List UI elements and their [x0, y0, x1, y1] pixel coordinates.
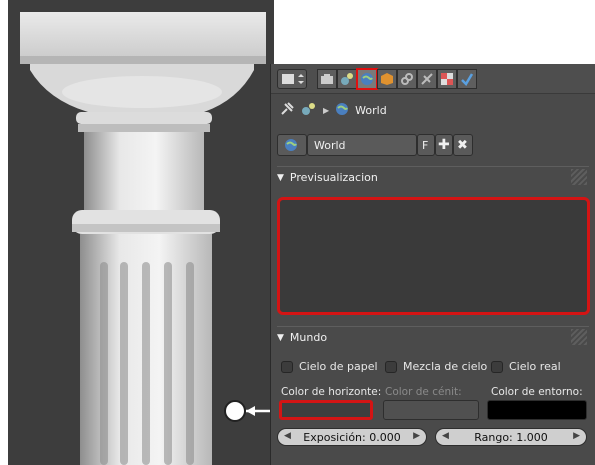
increment-arrow-icon[interactable]: ▶ — [413, 431, 420, 441]
properties-editor: ▶ World World F ✚ ✖ ▼ Previsualizacion ▼… — [270, 64, 595, 465]
world-datablock: World F ✚ ✖ — [271, 134, 595, 156]
range-value: Rango: 1.000 — [474, 430, 548, 444]
pin-icon[interactable] — [279, 101, 295, 120]
preview-panel-title: Previsualizacion — [289, 171, 378, 184]
add-icon: ✚ — [438, 137, 450, 153]
real-sky-checkbox[interactable]: Cielo real — [491, 360, 561, 373]
close-icon: ✖ — [457, 137, 468, 153]
editor-type-selector[interactable] — [277, 69, 307, 89]
modifiers-icon[interactable] — [417, 69, 437, 89]
texture-icon[interactable] — [437, 69, 457, 89]
paper-sky-checkbox[interactable]: Cielo de papel — [281, 360, 378, 373]
checkbox-box[interactable] — [281, 360, 293, 373]
world-panel-header[interactable]: ▼ Mundo — [277, 326, 589, 348]
world-preview — [277, 197, 590, 315]
blend-sky-label: Mezcla de cielo — [403, 360, 488, 373]
render-icon[interactable] — [317, 69, 337, 89]
paper-sky-label: Cielo de papel — [299, 360, 378, 373]
scene-icon[interactable] — [337, 69, 357, 89]
decrement-arrow-icon[interactable]: ◀ — [284, 431, 291, 441]
scene-data-icon — [301, 101, 317, 120]
breadcrumb-separator-icon: ▶ — [323, 105, 330, 115]
breadcrumb-world-icon — [335, 102, 349, 119]
collapse-triangle-icon: ▼ — [277, 332, 284, 343]
world-panel-title: Mundo — [289, 331, 328, 344]
ambient-color-swatch[interactable] — [487, 400, 587, 420]
breadcrumb-world-label: World — [355, 103, 387, 117]
blend-sky-checkbox[interactable]: Mezcla de cielo — [385, 360, 487, 373]
exposure-value: Exposición: 0.000 — [303, 430, 401, 444]
horizon-color-label: Color de horizonte: — [281, 386, 382, 398]
drag-grip-icon[interactable] — [571, 169, 587, 185]
increment-arrow-icon[interactable]: ▶ — [573, 431, 580, 441]
zenith-color-label: Color de cénit: — [385, 386, 462, 398]
range-slider[interactable]: ◀ Rango: 1.000 ▶ — [435, 428, 587, 446]
checkbox-box[interactable] — [385, 360, 397, 373]
physics-icon[interactable] — [457, 69, 477, 89]
world-browse-button[interactable] — [277, 134, 307, 156]
collapse-triangle-icon: ▼ — [277, 172, 284, 183]
preview-panel-header[interactable]: ▼ Previsualizacion — [277, 166, 589, 188]
object-icon[interactable] — [377, 69, 397, 89]
horizon-color-swatch[interactable] — [279, 400, 373, 420]
marble-column-render — [20, 12, 266, 465]
checkbox-box[interactable] — [491, 360, 503, 373]
constraints-icon[interactable] — [397, 69, 417, 89]
context-toolbar — [271, 64, 595, 94]
drag-grip-icon[interactable] — [571, 329, 587, 345]
breadcrumb: ▶ World — [271, 94, 595, 126]
ambient-color-label: Color de entorno: — [491, 386, 583, 398]
unlink-world-button[interactable]: ✖ — [453, 134, 473, 156]
world-name-field[interactable]: World — [307, 134, 417, 156]
zenith-color-swatch[interactable] — [383, 400, 479, 420]
new-world-button[interactable]: ✚ — [435, 134, 453, 156]
world-icon[interactable] — [356, 68, 378, 90]
real-sky-label: Cielo real — [509, 360, 561, 373]
fake-user-button[interactable]: F — [417, 134, 435, 156]
decrement-arrow-icon[interactable]: ◀ — [442, 431, 449, 441]
exposure-slider[interactable]: ◀ Exposición: 0.000 ▶ — [277, 428, 427, 446]
3d-viewport[interactable] — [8, 0, 274, 465]
